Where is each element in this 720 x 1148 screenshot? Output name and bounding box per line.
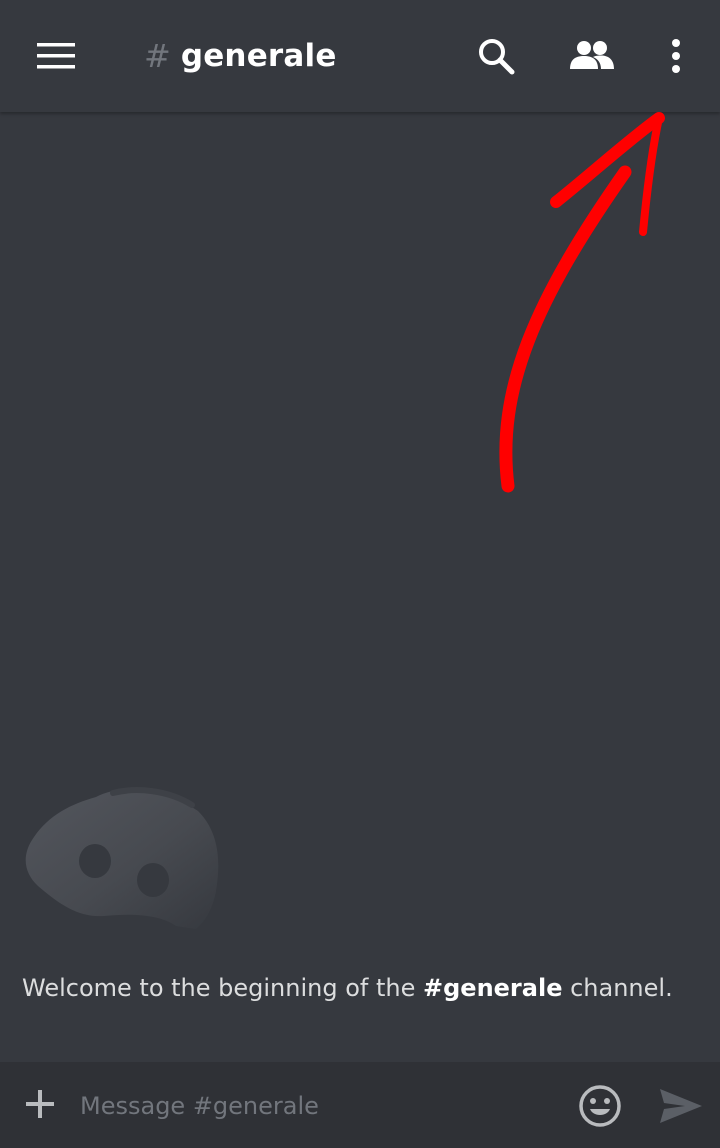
hamburger-menu-icon — [37, 43, 75, 69]
discord-logo-icon — [25, 787, 219, 929]
add-attachment-button[interactable] — [18, 1082, 62, 1126]
emoji-button[interactable] — [576, 1082, 624, 1130]
channel-hash-symbol: # — [144, 37, 171, 75]
channel-top-bar: # generale — [0, 0, 720, 112]
plus-icon — [26, 1090, 54, 1118]
members-icon — [570, 41, 614, 69]
channel-title: # generale — [144, 34, 337, 78]
more-options-button[interactable] — [654, 30, 698, 82]
channel-name: generale — [180, 38, 337, 74]
search-button[interactable] — [468, 30, 524, 82]
message-composer — [0, 1062, 720, 1148]
welcome-suffix: channel. — [562, 974, 673, 1002]
welcome-channel-name: #generale — [423, 974, 563, 1002]
welcome-prefix: Welcome to the beginning of the — [22, 974, 423, 1002]
menu-button[interactable] — [28, 30, 84, 82]
send-button[interactable] — [654, 1082, 706, 1130]
members-button[interactable] — [562, 30, 622, 82]
welcome-message: Welcome to the beginning of the #general… — [22, 974, 712, 1002]
emoji-icon — [579, 1085, 621, 1127]
search-icon — [479, 39, 515, 75]
more-vertical-icon — [672, 39, 680, 73]
message-input[interactable] — [80, 1084, 550, 1128]
send-icon — [660, 1089, 702, 1123]
discord-channel-screen: # generale Welcome to the beginning of t… — [0, 0, 720, 1148]
